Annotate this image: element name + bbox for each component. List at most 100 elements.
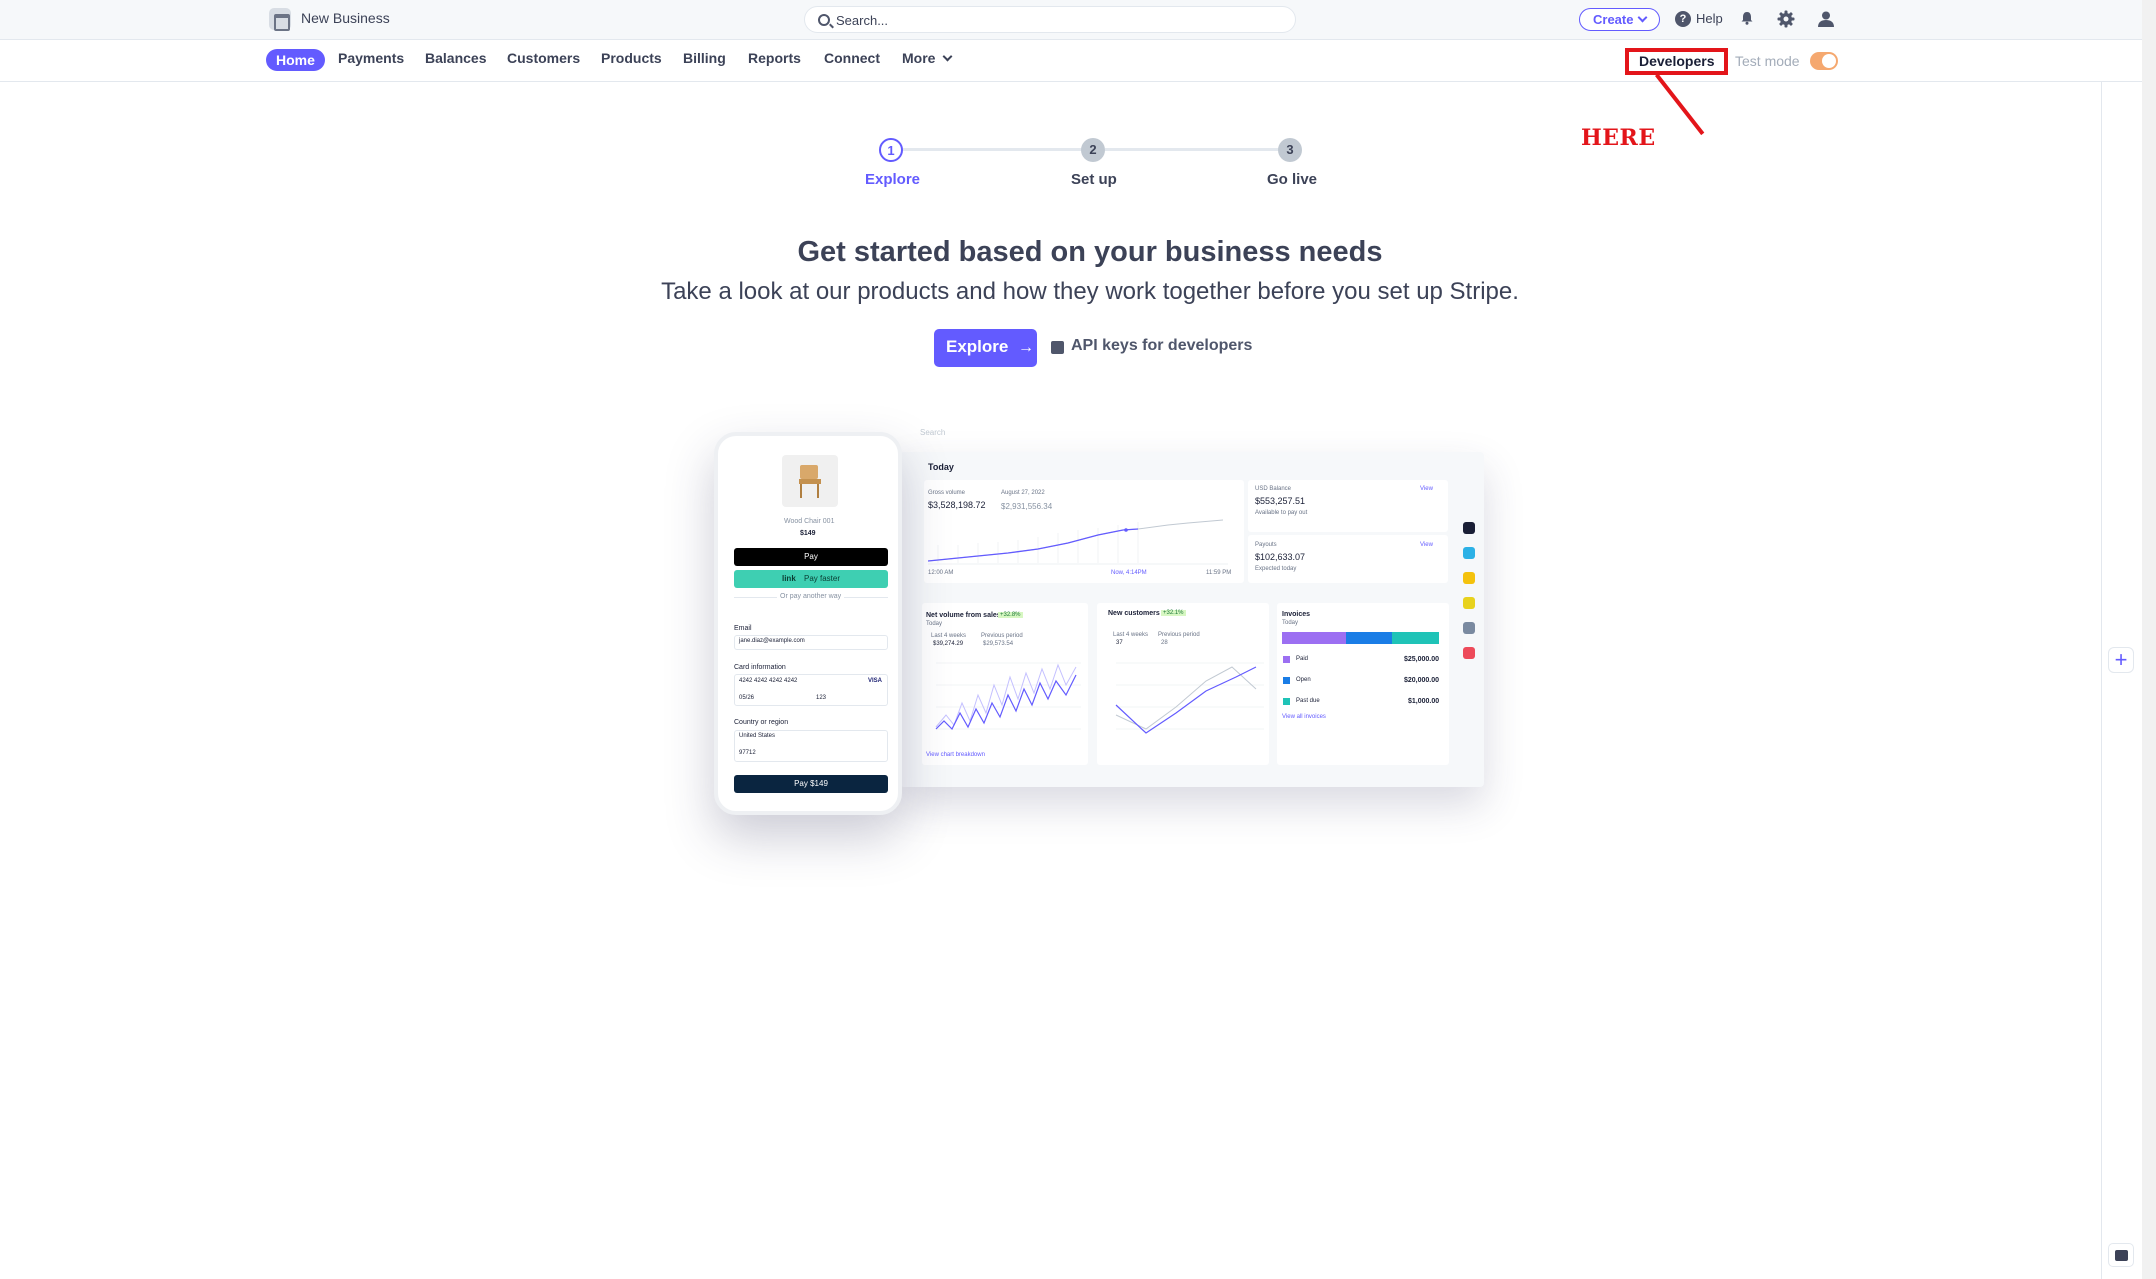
pay-button-label: Pay $149: [794, 779, 828, 788]
card-expiry: 05/26: [739, 695, 755, 701]
product-price: $149: [800, 530, 816, 537]
app-icon: [1463, 622, 1475, 634]
nav-balances[interactable]: Balances: [425, 50, 486, 66]
new-customers-label: New customers: [1108, 610, 1160, 617]
cust-prev-value: 28: [1161, 640, 1168, 646]
dashboard-today: Today: [928, 462, 954, 472]
step-2-circle[interactable]: 2: [1081, 138, 1105, 162]
past-due-label: Past due: [1296, 698, 1320, 704]
step-2-label[interactable]: Set up: [1071, 171, 1117, 188]
test-mode-label: Test mode: [1735, 53, 1800, 69]
compare-value: $2,931,556.34: [1001, 502, 1053, 511]
payouts-value: $102,633.07: [1255, 552, 1306, 562]
search-placeholder: Search...: [836, 13, 889, 28]
apple-pay-button: Pay: [734, 548, 888, 566]
business-icon[interactable]: [269, 8, 291, 31]
time-start: 12:00 AM: [928, 570, 954, 576]
step-connector: [902, 148, 1082, 151]
step-1-label[interactable]: Explore: [865, 171, 920, 188]
nav-payments[interactable]: Payments: [338, 50, 404, 66]
payouts-label: Payouts: [1255, 542, 1277, 548]
card-label: Card information: [734, 664, 786, 671]
page-title: Get started based on your business needs: [797, 236, 1383, 268]
nav-more[interactable]: More: [902, 50, 935, 66]
api-keys-link[interactable]: API keys for developers: [1071, 337, 1252, 355]
bell-icon[interactable]: [1740, 11, 1754, 25]
compare-date: August 27, 2022: [1001, 490, 1045, 496]
visa-icon: VISA: [868, 678, 883, 684]
scrollbar[interactable]: [2142, 0, 2156, 1279]
view-link: View: [1420, 486, 1433, 492]
business-name[interactable]: New Business: [301, 10, 390, 26]
help-icon[interactable]: ?: [1675, 11, 1691, 27]
apple-pay-label: Pay: [804, 552, 818, 561]
paid-value: $25,000.00: [1404, 656, 1440, 663]
app-icon: [1463, 547, 1475, 559]
main-nav: Home Payments Balances Customers Product…: [0, 40, 2142, 82]
view-breakdown-link: View chart breakdown: [926, 752, 985, 758]
legend-swatch: [1283, 656, 1290, 663]
annotation-box: [1625, 48, 1728, 75]
nav-billing[interactable]: Billing: [683, 50, 726, 66]
nav-home[interactable]: Home: [266, 49, 325, 71]
past-due-value: $1,000.00: [1408, 698, 1440, 705]
net-volume-label: Net volume from sales: [926, 612, 1001, 619]
test-mode-toggle[interactable]: [1810, 52, 1838, 70]
time-end: 11:59 PM: [1206, 570, 1232, 576]
email-label: Email: [734, 625, 752, 632]
country-label: Country or region: [734, 719, 789, 726]
open-value: $20,000.00: [1404, 677, 1440, 684]
country-value: United States: [739, 733, 776, 739]
link-pay-button: link Pay faster: [734, 570, 888, 588]
previous-period-label: Previous period: [1158, 632, 1200, 638]
time-now: Now, 4:14PM: [1111, 570, 1147, 576]
today-label: Today: [926, 621, 943, 627]
app-icon: [1463, 572, 1475, 584]
app-icon: [1463, 647, 1475, 659]
create-button[interactable]: Create: [1579, 8, 1660, 31]
user-icon[interactable]: [1817, 10, 1835, 28]
step-1-circle[interactable]: 1: [879, 138, 903, 162]
link-label: link: [781, 574, 796, 583]
net-last-value: $39,274.29: [933, 641, 964, 647]
or-pay-label: Or pay another way: [777, 593, 845, 600]
annotation-arrow: [1655, 73, 1705, 136]
gear-icon[interactable]: [1777, 10, 1795, 28]
gross-volume-value: $3,528,198.72: [928, 500, 986, 510]
add-button[interactable]: +: [2108, 647, 2134, 673]
terminal-icon[interactable]: [2108, 1243, 2134, 1267]
search-input[interactable]: Search...: [804, 6, 1296, 33]
nav-connect[interactable]: Connect: [824, 50, 880, 66]
net-volume-chart: [935, 662, 1081, 731]
terminal-icon: [1051, 341, 1064, 354]
available-label: Available to pay out: [1255, 510, 1308, 516]
page-subtitle: Take a look at our products and how they…: [661, 278, 1519, 305]
view-link: View: [1420, 542, 1433, 548]
cust-last-value: 37: [1116, 640, 1123, 646]
view-all-invoices-link: View all invoices: [1282, 714, 1326, 720]
explore-button[interactable]: Explore →: [934, 329, 1037, 367]
product-name: Wood Chair 001: [784, 518, 835, 525]
card-number: 4242 4242 4242 4242: [739, 678, 798, 684]
nav-products[interactable]: Products: [601, 50, 662, 66]
new-customers-badge: +32.1%: [1161, 610, 1186, 616]
new-customers-chart: [1115, 662, 1264, 734]
net-prev-value: $29,573.54: [983, 641, 1014, 647]
step-3-circle[interactable]: 3: [1278, 138, 1302, 162]
zip-value: 97712: [739, 750, 756, 756]
net-volume-badge: +32.8%: [998, 612, 1023, 618]
chevron-down-icon: [1637, 12, 1648, 23]
step-connector: [1105, 148, 1283, 151]
app-icon: [1463, 597, 1475, 609]
nav-reports[interactable]: Reports: [748, 50, 801, 66]
nav-customers[interactable]: Customers: [507, 50, 580, 66]
step-3-label[interactable]: Go live: [1267, 171, 1317, 188]
open-label: Open: [1296, 677, 1311, 683]
phone-checkout-illustration: Wood Chair 001 $149 Pay link Pay faster …: [714, 432, 902, 815]
gross-volume-chart: [928, 519, 1228, 565]
paid-label: Paid: [1296, 656, 1309, 662]
last-4-weeks-label: Last 4 weeks: [1113, 632, 1149, 638]
help-button[interactable]: Help: [1696, 11, 1723, 26]
arrow-right-icon: →: [1018, 339, 1034, 356]
pay-faster-label: Pay faster: [804, 574, 841, 583]
